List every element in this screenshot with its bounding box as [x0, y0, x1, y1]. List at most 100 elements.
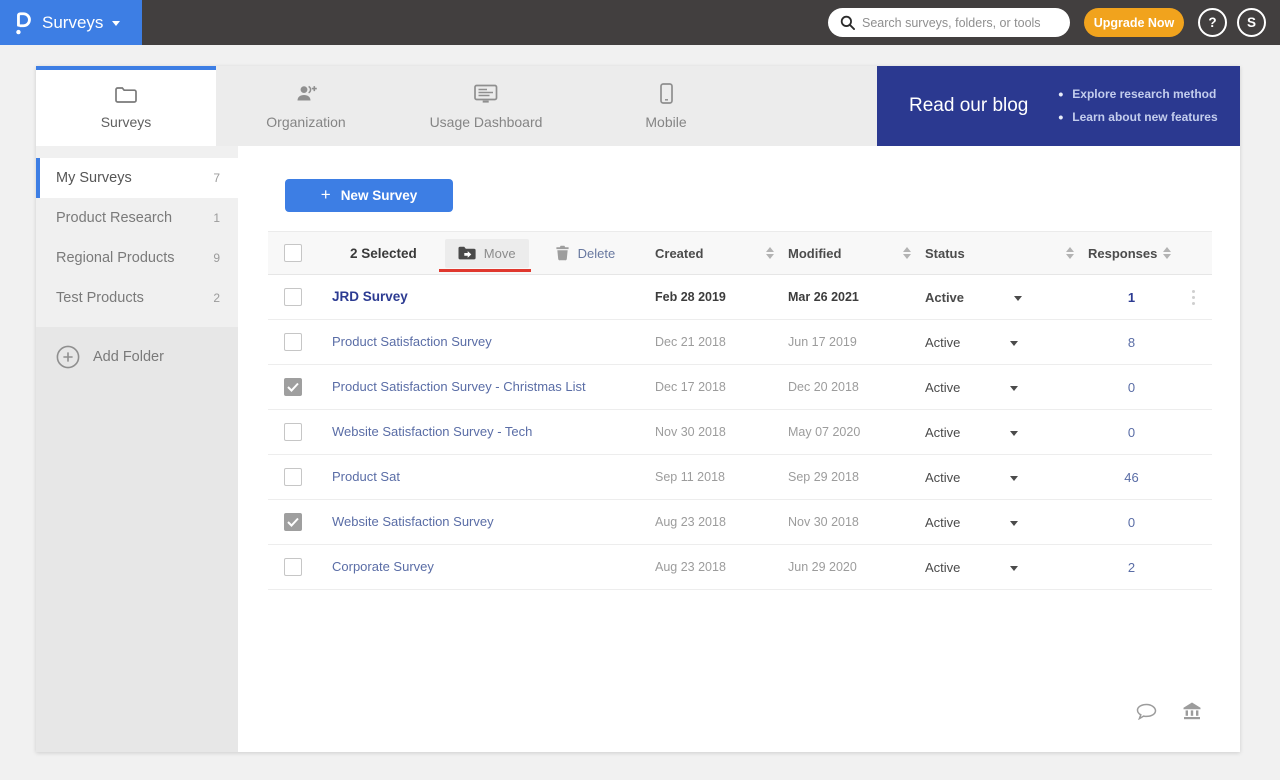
row-checkbox[interactable]	[284, 513, 302, 531]
status-label: Active	[925, 560, 960, 575]
status-dropdown[interactable]: Active	[925, 470, 1088, 485]
folder-count: 2	[213, 291, 220, 305]
new-survey-button[interactable]: + New Survey	[285, 179, 453, 212]
caret-down-icon	[1010, 521, 1018, 526]
responses-cell: 1	[1088, 290, 1175, 305]
column-header-created[interactable]: Created	[655, 246, 788, 261]
responses-cell: 2	[1088, 560, 1175, 575]
status-label: Active	[925, 335, 960, 350]
blog-banner-title: Read our blog	[909, 95, 1028, 117]
sort-icon	[1066, 247, 1074, 259]
table-row[interactable]: Corporate Survey Aug 23 2018 Jun 29 2020…	[268, 545, 1212, 590]
survey-name-link[interactable]: Product Satisfaction Survey	[332, 334, 492, 349]
help-button[interactable]: ?	[1198, 8, 1227, 37]
created-cell: Aug 23 2018	[655, 515, 788, 529]
column-header-modified[interactable]: Modified	[788, 246, 925, 261]
delete-button[interactable]: Delete	[555, 245, 616, 261]
plus-circle-icon	[56, 345, 80, 369]
column-header-responses[interactable]: Responses	[1088, 246, 1175, 261]
move-active-underline	[439, 269, 531, 272]
blog-banner-bullets: Explore research method Learn about new …	[1058, 83, 1217, 129]
tab-label: Surveys	[101, 114, 152, 130]
sort-icon	[766, 247, 774, 259]
tab-mobile[interactable]: Mobile	[576, 66, 756, 146]
status-dropdown[interactable]: Active	[925, 425, 1088, 440]
created-cell: Nov 30 2018	[655, 425, 788, 439]
add-folder-button[interactable]: Add Folder	[36, 345, 238, 369]
survey-name-link[interactable]: Product Satisfaction Survey - Christmas …	[332, 379, 586, 394]
table-row[interactable]: Product Satisfaction Survey Dec 21 2018 …	[268, 320, 1212, 365]
row-checkbox[interactable]	[284, 378, 302, 396]
tab-surveys[interactable]: Surveys	[36, 66, 216, 146]
row-checkbox[interactable]	[284, 558, 302, 576]
survey-name-link[interactable]: Website Satisfaction Survey	[332, 514, 494, 529]
status-dropdown[interactable]: Active	[925, 515, 1088, 530]
caret-down-icon	[1010, 566, 1018, 571]
survey-name-link[interactable]: Product Sat	[332, 469, 400, 484]
footer-icons	[1136, 702, 1201, 720]
status-dropdown[interactable]: Active	[925, 380, 1088, 395]
table-row[interactable]: Website Satisfaction Survey Aug 23 2018 …	[268, 500, 1212, 545]
status-label: Active	[925, 470, 960, 485]
table-body: JRD Survey Feb 28 2019 Mar 26 2021 Activ…	[268, 275, 1212, 590]
table-row[interactable]: JRD Survey Feb 28 2019 Mar 26 2021 Activ…	[268, 275, 1212, 320]
responses-cell: 8	[1088, 335, 1175, 350]
global-search	[828, 8, 1070, 37]
folder-label: Test Products	[56, 290, 144, 306]
survey-name-link[interactable]: JRD Survey	[332, 289, 408, 304]
folders-sidebar: My Surveys 7 Product Research 1 Regional…	[36, 146, 238, 752]
survey-name-link[interactable]: Corporate Survey	[332, 559, 434, 574]
upgrade-now-button[interactable]: Upgrade Now	[1084, 8, 1184, 37]
tab-label: Usage Dashboard	[430, 114, 543, 130]
modified-cell: Jun 29 2020	[788, 560, 925, 574]
caret-down-icon	[1010, 431, 1018, 436]
status-dropdown[interactable]: Active	[925, 290, 1088, 305]
table-row[interactable]: Product Sat Sep 11 2018 Sep 29 2018 Acti…	[268, 455, 1212, 500]
search-input[interactable]	[862, 16, 1058, 30]
caret-down-icon	[112, 21, 120, 26]
selected-count: 2 Selected	[350, 246, 417, 261]
blog-banner[interactable]: Read our blog Explore research method Le…	[877, 66, 1240, 146]
sidebar-folder-item[interactable]: Product Research 1	[36, 198, 238, 238]
tab-label: Mobile	[645, 114, 686, 130]
blog-bullet: Learn about new features	[1058, 106, 1217, 129]
created-cell: Dec 21 2018	[655, 335, 788, 349]
sidebar-folder-item[interactable]: My Surveys 7	[36, 158, 238, 198]
account-avatar[interactable]: S	[1237, 8, 1266, 37]
status-dropdown[interactable]: Active	[925, 560, 1088, 575]
select-all-checkbox[interactable]	[284, 244, 302, 262]
table-row[interactable]: Website Satisfaction Survey - Tech Nov 3…	[268, 410, 1212, 455]
row-checkbox[interactable]	[284, 288, 302, 306]
row-checkbox[interactable]	[284, 468, 302, 486]
person-add-icon	[295, 83, 318, 105]
row-checkbox[interactable]	[284, 333, 302, 351]
sidebar-folder-item[interactable]: Regional Products 9	[36, 238, 238, 278]
folder-icon	[115, 83, 137, 105]
tab-usage-dashboard[interactable]: Usage Dashboard	[396, 66, 576, 146]
created-cell: Dec 17 2018	[655, 380, 788, 394]
sidebar-folder-item[interactable]: Test Products 2	[36, 278, 238, 318]
created-cell: Aug 23 2018	[655, 560, 788, 574]
status-dropdown[interactable]: Active	[925, 335, 1088, 350]
blog-bullet: Explore research method	[1058, 83, 1217, 106]
table-row[interactable]: Product Satisfaction Survey - Christmas …	[268, 365, 1212, 410]
modified-cell: Dec 20 2018	[788, 380, 925, 394]
smartphone-icon	[660, 83, 673, 105]
feedback-bubble-icon[interactable]	[1136, 702, 1157, 720]
responses-cell: 0	[1088, 425, 1175, 440]
move-button[interactable]: Move	[445, 239, 529, 268]
trash-icon	[555, 245, 570, 261]
modified-cell: May 07 2020	[788, 425, 925, 439]
sort-icon	[903, 247, 911, 259]
survey-name-link[interactable]: Website Satisfaction Survey - Tech	[332, 424, 532, 439]
monitor-icon	[474, 83, 498, 105]
tab-organization[interactable]: Organization	[216, 66, 396, 146]
column-header-status[interactable]: Status	[925, 246, 1088, 261]
brand-menu[interactable]: Surveys	[0, 0, 142, 45]
row-checkbox[interactable]	[284, 423, 302, 441]
kebab-menu-icon[interactable]	[1188, 286, 1199, 309]
bank-icon[interactable]	[1183, 702, 1201, 720]
content-card: Surveys Organization Usage	[36, 66, 1240, 752]
modified-cell: Sep 29 2018	[788, 470, 925, 484]
modified-cell: Nov 30 2018	[788, 515, 925, 529]
